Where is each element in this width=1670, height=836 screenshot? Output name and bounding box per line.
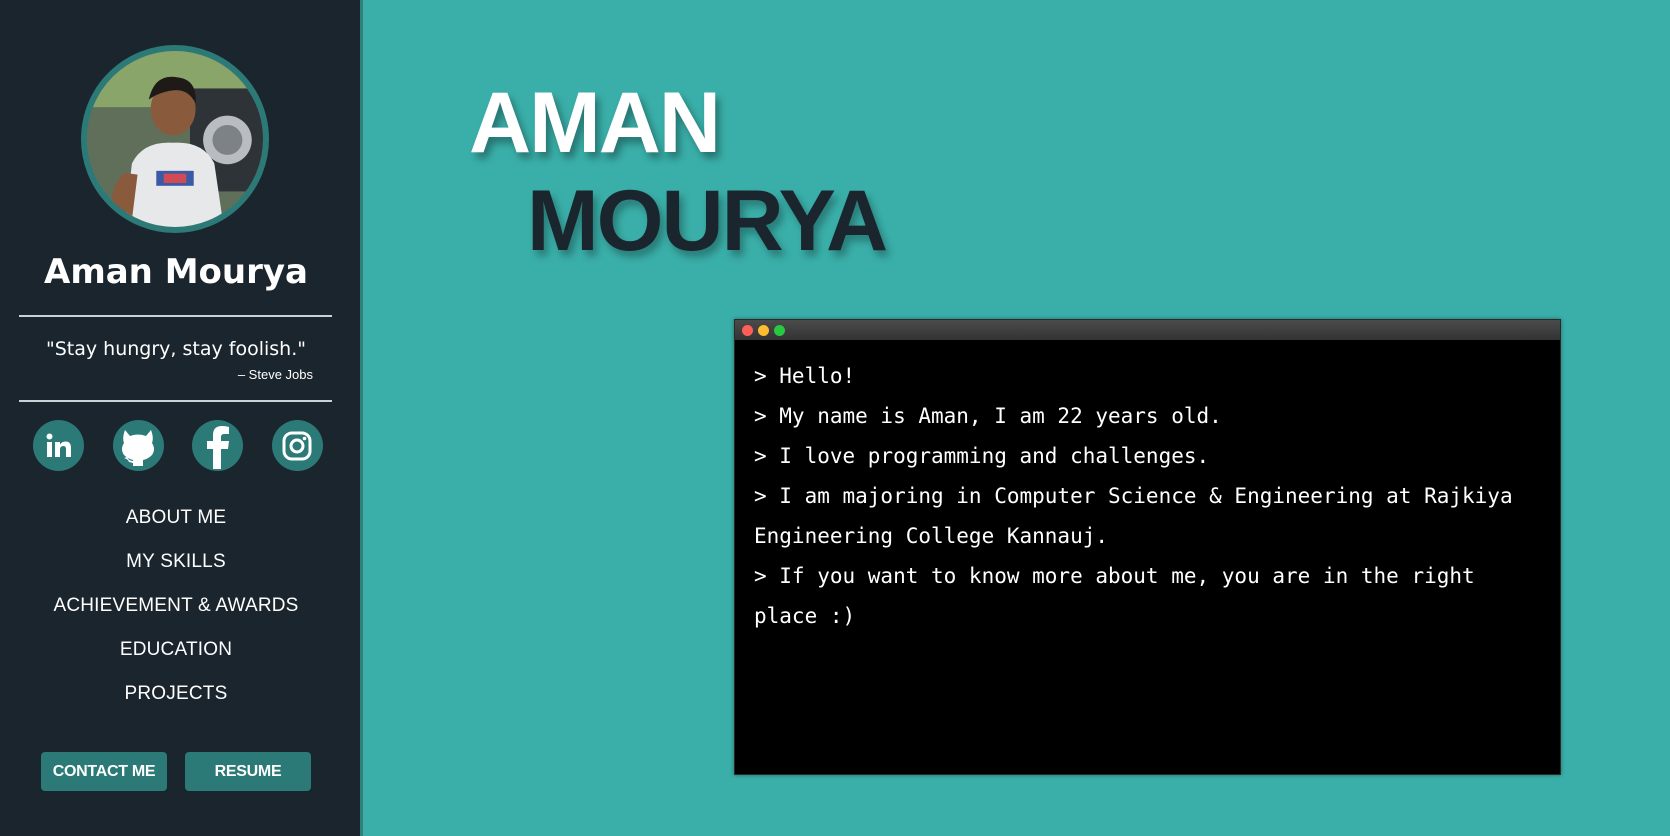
github-link[interactable] [112,420,164,471]
github-icon [122,429,155,466]
quote-author: – Steve Jobs [237,367,313,382]
avatar [81,45,269,233]
linkedin-link[interactable] [33,420,84,471]
hero-last-name: MOURYA [527,173,888,269]
instagram-icon [282,431,312,460]
resume-button[interactable]: RESUME [185,752,311,791]
terminal-output: > Hello! > My name is Aman, I am 22 year… [735,340,1560,652]
terminal-line: > My name is Aman, I am 22 years old. [754,404,1222,428]
nav-about-me[interactable]: ABOUT ME [0,505,352,549]
close-dot-icon[interactable] [742,324,753,336]
terminal-line: > I love programming and challenges. [754,444,1210,468]
linkedin-icon [46,433,71,457]
terminal-title-bar [735,320,1560,340]
terminal-line: > If you want to know more about me, you… [754,564,1475,628]
nav-education[interactable]: EDUCATION [0,637,352,681]
terminal-line: > I am majoring in Computer Science & En… [754,484,1513,548]
terminal-line: > Hello! [754,364,856,388]
contact-me-button[interactable]: CONTACT ME [41,752,167,791]
avatar-photo [87,51,263,227]
sidebar-nav: ABOUT ME MY SKILLS ACHIEVEMENT & AWARDS … [0,505,352,725]
nav-projects[interactable]: PROJECTS [0,681,352,725]
divider [19,315,332,317]
facebook-link[interactable] [192,420,244,471]
terminal-window: > Hello! > My name is Aman, I am 22 year… [734,319,1561,775]
sidebar: Aman Mourya "Stay hungry, stay foolish."… [0,0,363,836]
divider [19,400,332,402]
hero-first-name: AMAN [469,75,721,171]
nav-my-skills[interactable]: MY SKILLS [0,549,352,593]
social-links [33,420,323,472]
profile-name: Aman Mourya [44,252,308,292]
nav-achievements[interactable]: ACHIEVEMENT & AWARDS [0,593,352,637]
instagram-link[interactable] [271,420,323,471]
minimize-dot-icon[interactable] [758,324,769,336]
facebook-icon [206,425,229,469]
quote-text: "Stay hungry, stay foolish." [46,338,306,360]
maximize-dot-icon[interactable] [774,324,785,336]
